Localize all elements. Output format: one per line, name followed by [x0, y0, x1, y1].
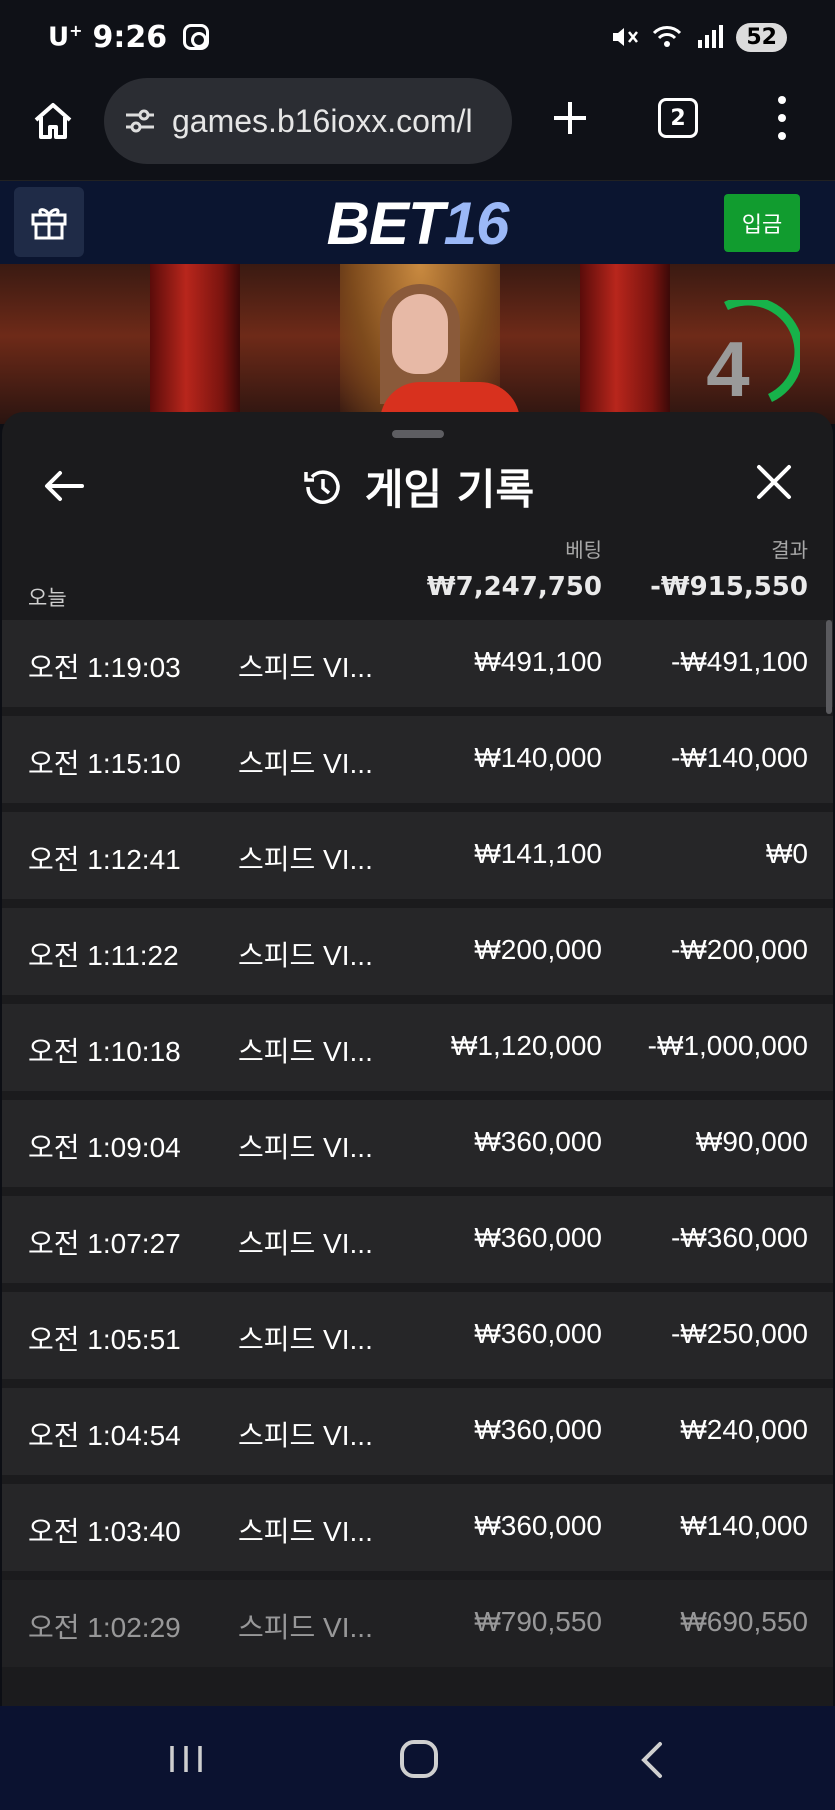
today-label: 오늘	[28, 586, 67, 610]
history-row[interactable]: 오전 1:03:40 스피드 VI... ₩360,000 ₩140,000	[2, 1484, 833, 1571]
row-game: 스피드 VI...	[238, 1228, 373, 1259]
row-result: ₩90,000	[695, 1126, 808, 1157]
browser-toolbar: games.b16ioxx.com/l 2	[0, 74, 835, 180]
battery-indicator: 52	[736, 22, 787, 52]
back-chevron-icon[interactable]	[636, 1740, 666, 1780]
row-game: 스피드 VI...	[238, 748, 373, 779]
history-row[interactable]: 오전 1:10:18 스피드 VI... ₩1,120,000 -₩1,000,000	[2, 1004, 833, 1091]
close-icon[interactable]	[754, 462, 794, 502]
row-result: ₩0	[766, 838, 808, 869]
total-bet: ₩7,247,750	[426, 572, 602, 602]
row-bet: ₩360,000	[474, 1318, 602, 1349]
history-icon	[304, 469, 340, 504]
row-time: 오전 1:05:51	[28, 1324, 181, 1355]
row-result: -₩200,000	[671, 934, 808, 965]
history-row[interactable]: 오전 1:15:10 스피드 VI... ₩140,000 -₩140,000	[2, 716, 833, 803]
address-bar[interactable]: games.b16ioxx.com/l	[104, 78, 512, 164]
row-bet: ₩141,100	[474, 838, 602, 869]
game-history-panel: 게임 기록 베팅 결과 오늘 ₩7,247,750 -₩915,550 오전 1…	[2, 412, 833, 1706]
row-bet: ₩360,000	[474, 1222, 602, 1253]
row-bet: ₩790,550	[474, 1606, 602, 1637]
site-settings-icon[interactable]	[122, 103, 158, 139]
row-game: 스피드 VI...	[238, 652, 373, 683]
row-bet: ₩1,120,000	[451, 1030, 602, 1061]
total-result: -₩915,550	[650, 572, 808, 602]
deposit-button[interactable]: 입금	[724, 194, 800, 252]
row-time: 오전 1:07:27	[28, 1228, 181, 1259]
row-time: 오전 1:04:54	[28, 1420, 181, 1451]
wifi-icon	[653, 26, 682, 47]
row-time: 오전 1:19:03	[28, 652, 181, 683]
row-result: -₩491,100	[671, 646, 808, 677]
history-row[interactable]: 오전 1:11:22 스피드 VI... ₩200,000 -₩200,000	[2, 908, 833, 995]
site-header: BET16 입금	[0, 180, 835, 264]
row-result: -₩1,000,000	[647, 1030, 808, 1061]
home-icon[interactable]	[30, 98, 76, 144]
row-bet: ₩140,000	[474, 742, 602, 773]
recent-apps-icon[interactable]	[168, 1744, 204, 1774]
column-header-result: 결과	[771, 538, 808, 562]
countdown-number: 4	[706, 325, 750, 413]
url-text: games.b16ioxx.com/l	[172, 102, 473, 139]
row-game: 스피드 VI...	[238, 1132, 373, 1163]
tab-switcher-button[interactable]: 2	[658, 98, 698, 138]
history-row[interactable]: 오전 1:07:27 스피드 VI... ₩360,000 -₩360,000	[2, 1196, 833, 1283]
row-time: 오전 1:10:18	[28, 1036, 181, 1067]
live-video: 4	[0, 264, 835, 424]
mute-icon	[613, 28, 639, 46]
row-result: ₩140,000	[680, 1510, 808, 1541]
carrier-label: U+	[48, 21, 83, 53]
row-result: -₩250,000	[671, 1318, 808, 1349]
row-time: 오전 1:11:22	[28, 940, 179, 971]
row-bet: ₩360,000	[474, 1414, 602, 1445]
plus-icon[interactable]	[548, 96, 592, 140]
instagram-icon	[183, 24, 210, 50]
scrollbar[interactable]	[826, 620, 832, 714]
tab-count: 2	[670, 105, 686, 131]
row-time: 오전 1:03:40	[28, 1516, 181, 1547]
clock: 9:26	[92, 19, 168, 55]
drag-handle[interactable]	[392, 430, 444, 438]
more-icon[interactable]	[770, 96, 794, 140]
status-bar: U+ 9:26 52	[0, 0, 835, 74]
row-game: 스피드 VI...	[238, 1324, 373, 1355]
row-bet: ₩360,000	[474, 1126, 602, 1157]
signal-icon	[698, 25, 724, 48]
row-bet: ₩200,000	[474, 934, 602, 965]
row-game: 스피드 VI...	[238, 940, 373, 971]
row-time: 오전 1:09:04	[28, 1132, 181, 1163]
history-list: 오전 1:19:03 스피드 VI... ₩491,100 -₩491,100 오전 …	[2, 620, 833, 1676]
row-result: -₩360,000	[671, 1222, 808, 1253]
system-nav-bar	[0, 1706, 835, 1810]
row-bet: ₩491,100	[474, 646, 602, 677]
row-bet: ₩360,000	[474, 1510, 602, 1541]
column-header-bet: 베팅	[565, 538, 602, 562]
panel-title-text: 게임 기록	[364, 465, 535, 514]
row-result: ₩240,000	[680, 1414, 808, 1445]
row-result: -₩140,000	[671, 742, 808, 773]
row-game: 스피드 VI...	[238, 844, 373, 875]
history-row[interactable]: 오전 1:04:54 스피드 VI... ₩360,000 ₩240,000	[2, 1388, 833, 1475]
row-time: 오전 1:15:10	[28, 748, 181, 779]
row-game: 스피드 VI...	[238, 1036, 373, 1067]
history-row[interactable]: 오전 1:05:51 스피드 VI... ₩360,000 -₩250,000	[2, 1292, 833, 1379]
row-result: ₩690,550	[680, 1606, 808, 1637]
row-time: 오전 1:12:41	[28, 844, 181, 875]
site-logo[interactable]: BET16	[0, 189, 835, 258]
row-game: 스피드 VI...	[238, 1420, 373, 1451]
home-circle-icon[interactable]	[400, 1740, 438, 1778]
history-row[interactable]: 오전 1:19:03 스피드 VI... ₩491,100 -₩491,100	[2, 620, 833, 707]
history-row[interactable]: 오전 1:12:41 스피드 VI... ₩141,100 ₩0	[2, 812, 833, 899]
history-row[interactable]: 오전 1:09:04 스피드 VI... ₩360,000 ₩90,000	[2, 1100, 833, 1187]
row-time: 오전 1:02:29	[28, 1612, 181, 1643]
history-row[interactable]: 오전 1:02:29 스피드 VI... ₩790,550 ₩690,550	[2, 1580, 833, 1667]
panel-title: 게임 기록	[2, 456, 833, 517]
row-game: 스피드 VI...	[238, 1516, 373, 1547]
row-game: 스피드 VI...	[238, 1612, 373, 1643]
